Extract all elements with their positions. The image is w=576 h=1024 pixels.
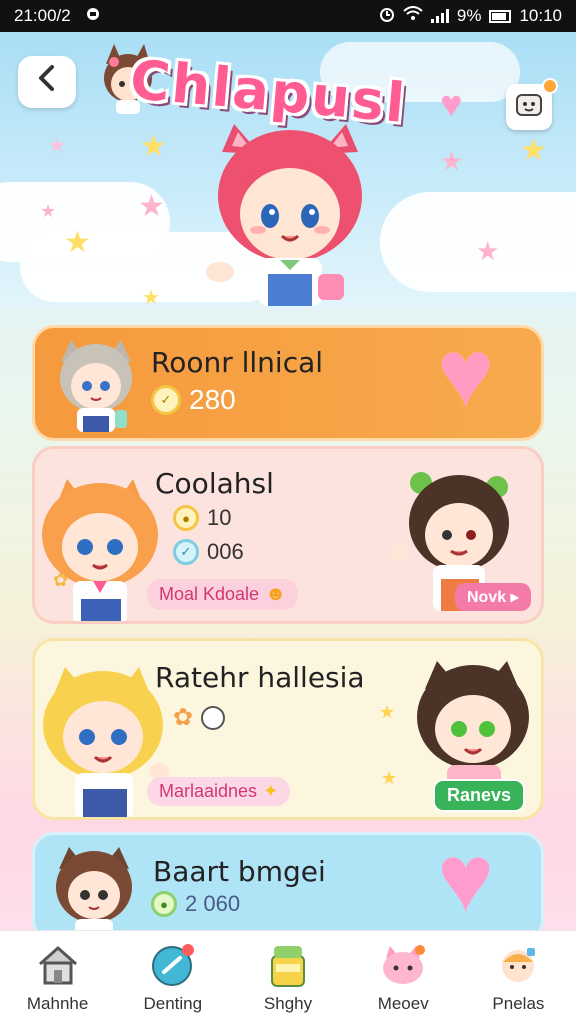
notification-button[interactable] [506, 78, 558, 130]
coin-icon: ● [173, 505, 199, 531]
coin-row: ✓ 280 [151, 384, 236, 416]
nav-label: Mahnhe [26, 993, 89, 1013]
icon-row: ✿ [173, 703, 226, 732]
arrow-right-icon: ▸ [510, 589, 519, 606]
notification-icon [85, 6, 101, 27]
game-card[interactable]: Ratehr hallesia ✿ Marlaaidnes ✦ Ranevs ★… [32, 638, 544, 820]
stat-row: ✓ 006 [173, 539, 244, 565]
nav-item-profile[interactable]: Pnelas [461, 931, 576, 1024]
smiley-emoji-icon: ☻ [265, 583, 287, 605]
tag-label: Moal Kdoale [159, 584, 260, 604]
game-card[interactable]: Coolahsl ● 10 ✓ 006 Moal Kdoale ☻ Novk ▸… [32, 446, 544, 624]
favorite-heart-icon[interactable]: ♥ [437, 835, 494, 927]
status-time-left: 21:00/2 [14, 6, 71, 25]
star-icon: ★ [48, 135, 66, 157]
star-icon: ★ [138, 190, 165, 223]
hero-banner: ★ ★ ★ ★ ★ ★ ★ ★ ★ Chlapusl ♥ [0, 32, 576, 310]
coin-icon: ✓ [151, 385, 181, 415]
wifi-icon [403, 5, 423, 27]
star-icon: ★ [520, 134, 547, 167]
cat-icon [380, 942, 426, 988]
star-icon: ★ [142, 287, 160, 309]
home-icon [35, 942, 81, 988]
character-avatar [47, 841, 141, 939]
nav-item-cat[interactable]: Meoev [346, 931, 461, 1024]
check-icon: ✓ [173, 539, 199, 565]
heart-icon: ♥ [440, 84, 463, 126]
flower-icon: ✿ [53, 570, 69, 590]
game-card[interactable]: Roonr llnical ✓ 280 ♥ [32, 325, 544, 441]
card-title: Coolahsl [155, 467, 274, 500]
game-card[interactable]: Baart bmgei ● 2 060 ♥ [32, 832, 544, 942]
nav-label: Meoev [377, 993, 429, 1013]
alarm-icon [379, 6, 395, 27]
stat-row: ● 10 [173, 505, 231, 531]
notification-dot [542, 78, 558, 94]
nav-item-search[interactable]: Denting [115, 931, 230, 1024]
signal-icon [430, 9, 449, 23]
coin-amount: 280 [189, 384, 236, 415]
flower-icon: ✿ [173, 704, 194, 731]
nav-item-shop[interactable]: Shghy [230, 931, 345, 1024]
card-title: Roonr llnical [151, 346, 324, 379]
card-title: Baart bmgei [153, 855, 326, 888]
coin-amount: 2 060 [185, 891, 241, 916]
star-icon: ★ [40, 201, 57, 221]
nav-label: Shghy [263, 993, 313, 1013]
nav-label: Denting [143, 993, 203, 1013]
bottom-navigation: Mahnhe Denting Shghy Meoev Pnelas [0, 930, 576, 1024]
character-avatar [51, 334, 141, 438]
tag-pill: Moal Kdoale ☻ [147, 579, 299, 610]
battery-percent: 9% [456, 6, 482, 25]
notification-mascot-icon [514, 90, 544, 125]
status-bar: 21:00/2 9% 10:10 [0, 0, 576, 32]
profile-icon [495, 942, 541, 988]
back-button[interactable] [18, 56, 76, 108]
card-title: Ratehr hallesia [155, 661, 365, 694]
shop-icon [265, 942, 311, 988]
search-badge-icon [150, 942, 196, 988]
tag-label: Marlaaidnes [159, 781, 258, 801]
action-button[interactable]: Ranevs [433, 779, 526, 812]
star-icon: ★ [440, 146, 464, 176]
chevron-left-icon [34, 63, 60, 102]
battery-icon [489, 9, 512, 23]
tag-pill: Marlaaidnes ✦ [147, 777, 291, 806]
star-icon: ★ [140, 130, 167, 163]
coin-icon: ● [151, 891, 177, 917]
sparkle-icon: ✦ [263, 781, 279, 801]
stat-value: 10 [207, 505, 232, 530]
hero-mascot-character [200, 124, 380, 310]
status-clock: 10:10 [519, 6, 562, 25]
star-icon: ★ [476, 236, 500, 266]
character-avatar [35, 469, 165, 621]
star-icon: ★ [64, 226, 91, 259]
next-button[interactable]: Novk ▸ [455, 583, 531, 611]
empty-circle-icon[interactable] [201, 705, 226, 730]
star-icon: ★ [381, 768, 398, 788]
nav-item-home[interactable]: Mahnhe [0, 931, 115, 1024]
nav-label: Pnelas [492, 993, 545, 1013]
favorite-heart-icon[interactable]: ♥ [437, 328, 494, 422]
star-icon: ★ [379, 702, 396, 722]
coin-row: ● 2 060 [151, 891, 240, 917]
stat-value: 006 [207, 539, 244, 564]
